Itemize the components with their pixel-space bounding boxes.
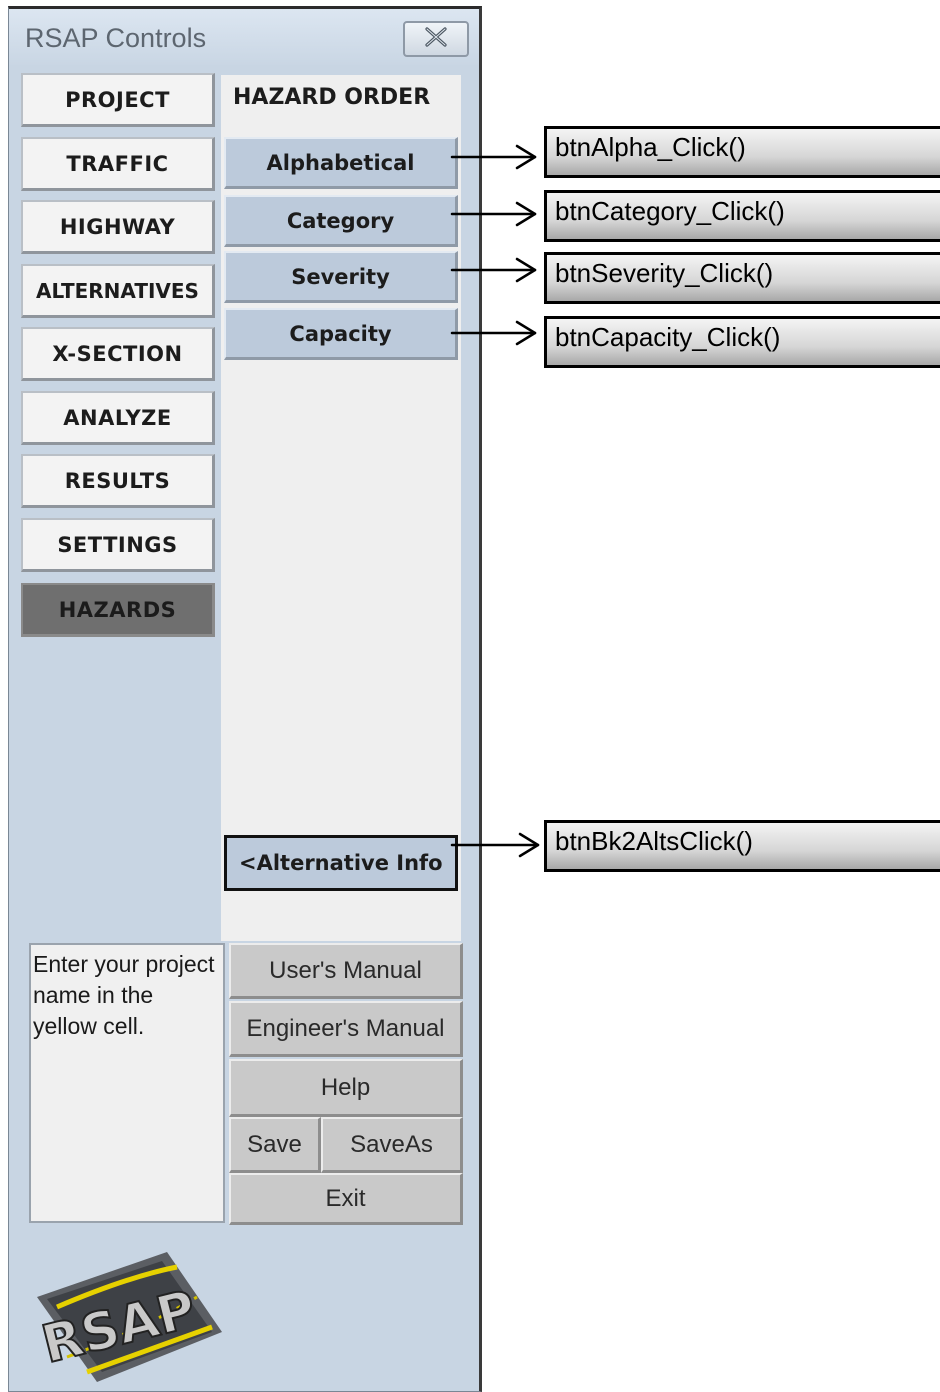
- nav-project-button[interactable]: PROJECT: [21, 73, 215, 127]
- panel-title: HAZARD ORDER: [233, 85, 431, 110]
- annotation-btn-severity: btnSeverity_Click(): [544, 252, 940, 304]
- save-as-button[interactable]: SaveAs: [321, 1117, 463, 1173]
- help-button[interactable]: Help: [229, 1059, 463, 1117]
- annotation-btn-bk2alts: btnBk2AltsClick(): [544, 820, 940, 872]
- nav-x-section-button[interactable]: X-SECTION: [21, 327, 215, 381]
- nav-settings-button[interactable]: SETTINGS: [21, 518, 215, 572]
- capacity-button[interactable]: Capacity: [224, 308, 458, 360]
- status-message: Enter your project name in the yellow ce…: [29, 943, 225, 1223]
- nav-highway-button[interactable]: HIGHWAY: [21, 200, 215, 254]
- engineers-manual-button[interactable]: Engineer's Manual: [229, 1001, 463, 1057]
- close-icon: [423, 26, 449, 53]
- annotation-btn-capacity: btnCapacity_Click(): [544, 316, 940, 368]
- nav-hazards-button[interactable]: HAZARDS: [21, 583, 215, 637]
- category-button[interactable]: Category: [224, 195, 458, 247]
- alternative-info-button[interactable]: <Alternative Info: [224, 835, 458, 891]
- title-bar[interactable]: RSAP Controls: [9, 9, 479, 65]
- annotation-btn-alpha: btnAlpha_Click(): [544, 126, 940, 178]
- nav-analyze-button[interactable]: ANALYZE: [21, 391, 215, 445]
- exit-button[interactable]: Exit: [229, 1173, 463, 1225]
- users-manual-button[interactable]: User's Manual: [229, 943, 463, 999]
- nav-traffic-button[interactable]: TRAFFIC: [21, 137, 215, 191]
- annotation-btn-category: btnCategory_Click(): [544, 190, 940, 242]
- window-title: RSAP Controls: [25, 23, 207, 53]
- rsap-controls-window: RSAP Controls PROJECT TRAFFIC HIGHWAY AL…: [8, 6, 482, 1392]
- nav-alternatives-button[interactable]: ALTERNATIVES: [21, 264, 215, 318]
- rsap-logo: RSAP: [27, 1237, 227, 1387]
- nav-results-button[interactable]: RESULTS: [21, 454, 215, 508]
- severity-button[interactable]: Severity: [224, 251, 458, 303]
- close-button[interactable]: [403, 21, 469, 57]
- hazard-order-panel: HAZARD ORDER Alphabetical Category Sever…: [221, 75, 461, 941]
- alphabetical-button[interactable]: Alphabetical: [224, 137, 458, 189]
- save-button[interactable]: Save: [229, 1117, 321, 1173]
